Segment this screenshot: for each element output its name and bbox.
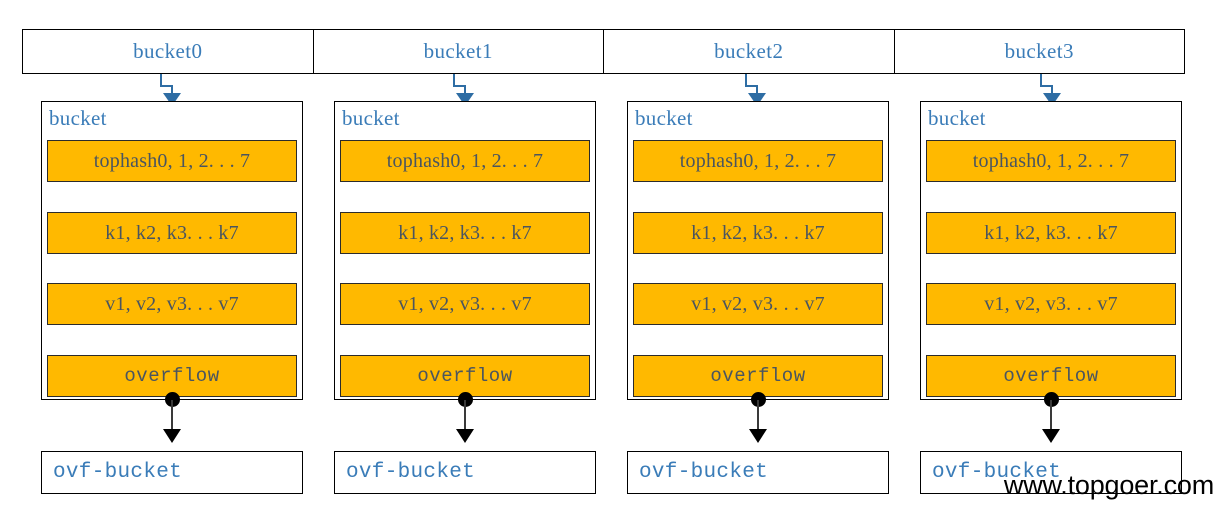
overflow-arrow-head-icon-0 [163,429,181,443]
ovf-bucket-label-2: ovf-bucket [639,461,769,484]
slot-keys-3[interactable]: k1, k2, k3. . . k7 [926,212,1176,254]
bucket-container-2[interactable]: bucket tophash0, 1, 2. . . 7 k1, k2, k3.… [627,101,889,400]
header-label-bucket3: bucket3 [1004,39,1074,63]
ovf-bucket-label-1: ovf-bucket [346,461,476,484]
bucket-container-3[interactable]: bucket tophash0, 1, 2. . . 7 k1, k2, k3.… [920,101,1182,400]
ovf-bucket-box-0[interactable]: ovf-bucket [41,451,303,494]
diagram-canvas: bucket0 bucket1 bucket2 bucket3 bucket t… [0,0,1221,509]
ovf-bucket-box-2[interactable]: ovf-bucket [627,451,889,494]
header-label-bucket2: bucket2 [714,39,784,63]
slot-values-3[interactable]: v1, v2, v3. . . v7 [926,283,1176,325]
bucket-title-0: bucket [49,106,107,130]
overflow-arrow-head-icon-2 [749,429,767,443]
bucket-title-2: bucket [635,106,693,130]
header-cell-bucket1[interactable]: bucket1 [314,30,604,73]
slot-keys-2[interactable]: k1, k2, k3. . . k7 [633,212,883,254]
slot-values-1[interactable]: v1, v2, v3. . . v7 [340,283,590,325]
header-label-bucket0: bucket0 [133,39,203,63]
slot-overflow-1[interactable]: overflow [340,355,590,397]
slot-overflow-2[interactable]: overflow [633,355,883,397]
slot-tophash-2[interactable]: tophash0, 1, 2. . . 7 [633,140,883,182]
header-cell-bucket0[interactable]: bucket0 [23,30,314,73]
overflow-arrow-head-icon-3 [1042,429,1060,443]
overflow-arrow-head-icon-1 [456,429,474,443]
slot-tophash-3[interactable]: tophash0, 1, 2. . . 7 [926,140,1176,182]
header-cell-bucket2[interactable]: bucket2 [604,30,895,73]
slot-values-2[interactable]: v1, v2, v3. . . v7 [633,283,883,325]
header-label-bucket1: bucket1 [423,39,493,63]
bucket-title-1: bucket [342,106,400,130]
slot-values-0[interactable]: v1, v2, v3. . . v7 [47,283,297,325]
ovf-bucket-label-0: ovf-bucket [53,461,183,484]
bucket-container-1[interactable]: bucket tophash0, 1, 2. . . 7 k1, k2, k3.… [334,101,596,400]
slot-tophash-0[interactable]: tophash0, 1, 2. . . 7 [47,140,297,182]
slot-keys-0[interactable]: k1, k2, k3. . . k7 [47,212,297,254]
slot-overflow-0[interactable]: overflow [47,355,297,397]
slot-overflow-3[interactable]: overflow [926,355,1176,397]
header-cell-bucket3[interactable]: bucket3 [895,30,1185,73]
watermark: www.topgoer.com [1003,470,1214,500]
slot-tophash-1[interactable]: tophash0, 1, 2. . . 7 [340,140,590,182]
bucket-title-3: bucket [928,106,986,130]
ovf-bucket-box-1[interactable]: ovf-bucket [334,451,596,494]
slot-keys-1[interactable]: k1, k2, k3. . . k7 [340,212,590,254]
bucket-container-0[interactable]: bucket tophash0, 1, 2. . . 7 k1, k2, k3.… [41,101,303,400]
bucket-header-bar: bucket0 bucket1 bucket2 bucket3 [22,29,1185,74]
